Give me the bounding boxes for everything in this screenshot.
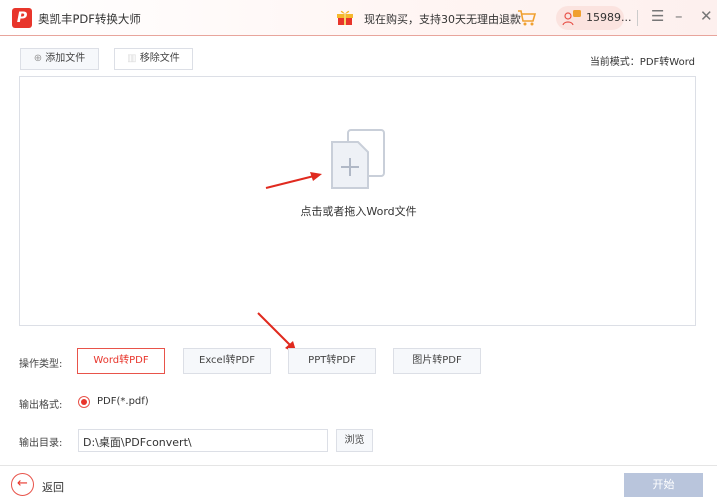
user-account[interactable]: 15989... [556, 6, 631, 30]
cart-icon[interactable] [517, 9, 537, 27]
format-option: PDF(*.pdf) [97, 396, 149, 407]
add-file-button[interactable]: ⊕ 添加文件 [20, 48, 99, 70]
add-file-icon[interactable] [328, 128, 388, 192]
user-icon [562, 10, 581, 26]
tab-ppt-to-pdf[interactable]: PPT转PDF [288, 348, 376, 374]
format-radio[interactable] [78, 396, 90, 408]
gift-icon[interactable] [336, 8, 354, 26]
close-icon[interactable]: ✕ [700, 7, 713, 25]
remove-file-button[interactable]: ▥ 移除文件 [114, 48, 193, 70]
footer-divider [0, 465, 717, 466]
plus-circle-icon: ⊕ [33, 53, 46, 64]
menu-icon[interactable]: ☰ [651, 7, 664, 25]
output-dir-input[interactable]: D:\桌面\PDFconvert\ [78, 429, 328, 452]
divider [637, 10, 638, 26]
output-dir-label: 输出目录: [19, 438, 63, 449]
arrow-annotation [265, 172, 322, 189]
back-arrow-icon[interactable]: ← [11, 473, 34, 496]
start-button[interactable]: 开始 [624, 473, 703, 497]
current-mode: 当前模式：PDF转Word [589, 57, 695, 68]
user-id: 15989... [586, 11, 632, 24]
trash-icon: ▥ [127, 53, 140, 64]
tab-excel-to-pdf[interactable]: Excel转PDF [183, 348, 271, 374]
app-logo: P [12, 8, 32, 28]
tab-image-to-pdf[interactable]: 图片转PDF [393, 348, 481, 374]
promo-text[interactable]: 现在购买，支持30天无理由退款 [364, 11, 521, 27]
operation-type-label: 操作类型: [19, 359, 63, 370]
minimize-icon[interactable]: – [675, 7, 683, 25]
drop-hint: 点击或者拖入Word文件 [300, 205, 417, 218]
file-drop-zone[interactable] [19, 76, 696, 326]
tab-word-to-pdf[interactable]: Word转PDF [77, 348, 165, 374]
output-format-label: 输出格式: [19, 400, 63, 411]
back-button[interactable]: 返回 [42, 479, 64, 495]
browse-button[interactable]: 浏览 [336, 429, 373, 452]
app-title: 奥凯丰PDF转换大师 [38, 12, 141, 26]
